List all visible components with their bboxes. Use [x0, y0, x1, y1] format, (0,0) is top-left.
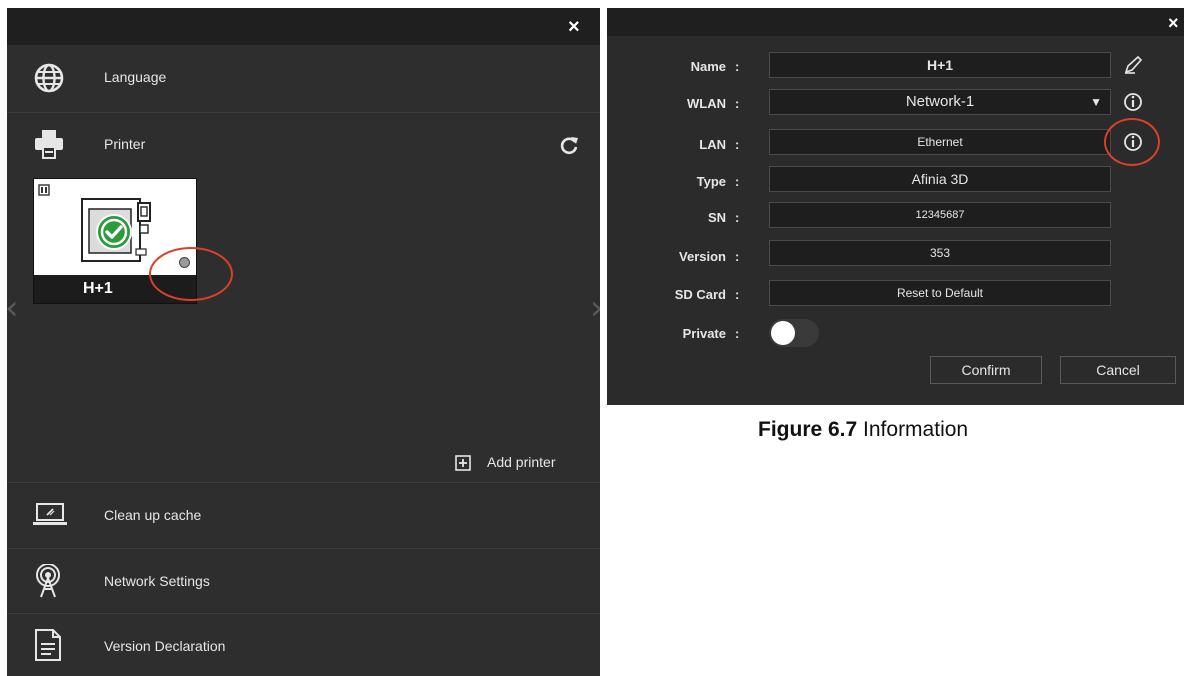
- add-printer-label: Add printer: [487, 454, 556, 470]
- private-toggle[interactable]: [769, 319, 819, 347]
- menu-label-printer: Printer: [104, 136, 146, 152]
- chevron-left-icon[interactable]: ‹: [7, 288, 19, 328]
- reset-to-default-button[interactable]: Reset to Default: [769, 280, 1111, 306]
- sn-colon: :: [735, 210, 740, 225]
- wlan-label: WLAN: [687, 96, 726, 111]
- name-colon: :: [735, 59, 740, 74]
- menu-item-language[interactable]: Language: [7, 45, 600, 113]
- menu-label-language: Language: [104, 69, 167, 85]
- edit-pen-icon[interactable]: [1123, 55, 1143, 80]
- private-colon: :: [735, 326, 740, 341]
- printer-icon: [33, 128, 65, 165]
- antenna-icon: [33, 563, 63, 603]
- close-icon[interactable]: ×: [568, 17, 580, 37]
- info-icon[interactable]: [1123, 92, 1143, 117]
- printer-type-icon: [38, 183, 50, 201]
- info-titlebar: ×: [607, 8, 1184, 36]
- menu-label-network-settings: Network Settings: [104, 573, 210, 589]
- globe-icon: [33, 62, 65, 99]
- sn-field: 12345687: [769, 202, 1111, 228]
- menu-item-version-declaration[interactable]: Version Declaration: [7, 614, 600, 676]
- sn-label: SN: [707, 210, 726, 225]
- highlight-ring: [1104, 118, 1160, 166]
- figure-caption-text: Information: [857, 418, 969, 441]
- status-check-icon: [95, 213, 133, 256]
- wlan-select[interactable]: Network-1 ▼: [769, 89, 1111, 115]
- name-field[interactable]: H+1: [769, 52, 1111, 78]
- type-label: Type: [696, 174, 726, 189]
- confirm-button[interactable]: Confirm: [930, 356, 1042, 384]
- chevron-down-icon: ▼: [1090, 95, 1102, 109]
- version-label: Version: [679, 249, 726, 264]
- info-dialog: × Name : H+1 WLAN : Network-1 ▼ LAN : Et…: [607, 8, 1184, 405]
- highlight-ring: [149, 247, 233, 301]
- lan-label: LAN: [699, 137, 726, 152]
- close-icon[interactable]: ×: [1168, 13, 1179, 33]
- name-label: Name: [690, 59, 726, 74]
- settings-panel: × Language Printer H+1 Add printer Clean…: [7, 8, 600, 676]
- type-field: Afinia 3D: [769, 166, 1111, 192]
- lan-field: Ethernet: [769, 129, 1111, 155]
- chevron-right-icon[interactable]: ›: [590, 288, 600, 328]
- version-colon: :: [735, 249, 740, 264]
- menu-label-clean-cache: Clean up cache: [104, 507, 202, 523]
- figure-label: Figure 6.7: [758, 418, 858, 441]
- wlan-colon: :: [735, 96, 740, 111]
- version-field: 353: [769, 240, 1111, 266]
- sd-card-label: SD Card: [674, 287, 726, 302]
- sd-card-colon: :: [735, 287, 740, 302]
- lan-colon: :: [735, 137, 740, 152]
- private-label: Private: [682, 326, 726, 341]
- document-icon: [33, 628, 63, 667]
- menu-item-clean-cache[interactable]: Clean up cache: [7, 483, 600, 549]
- laptop-icon: [33, 503, 67, 532]
- toggle-knob: [771, 321, 795, 345]
- plus-box-icon: [455, 455, 471, 474]
- figure-caption: Figure 6.7 Information: [758, 418, 968, 442]
- menu-item-network-settings[interactable]: Network Settings: [7, 549, 600, 614]
- type-colon: :: [735, 174, 740, 189]
- wlan-selected-value: Network-1: [905, 93, 975, 110]
- menu-label-version-declaration: Version Declaration: [104, 638, 226, 654]
- refresh-icon[interactable]: [559, 135, 579, 160]
- settings-titlebar: ×: [7, 8, 600, 45]
- cancel-button[interactable]: Cancel: [1060, 356, 1176, 384]
